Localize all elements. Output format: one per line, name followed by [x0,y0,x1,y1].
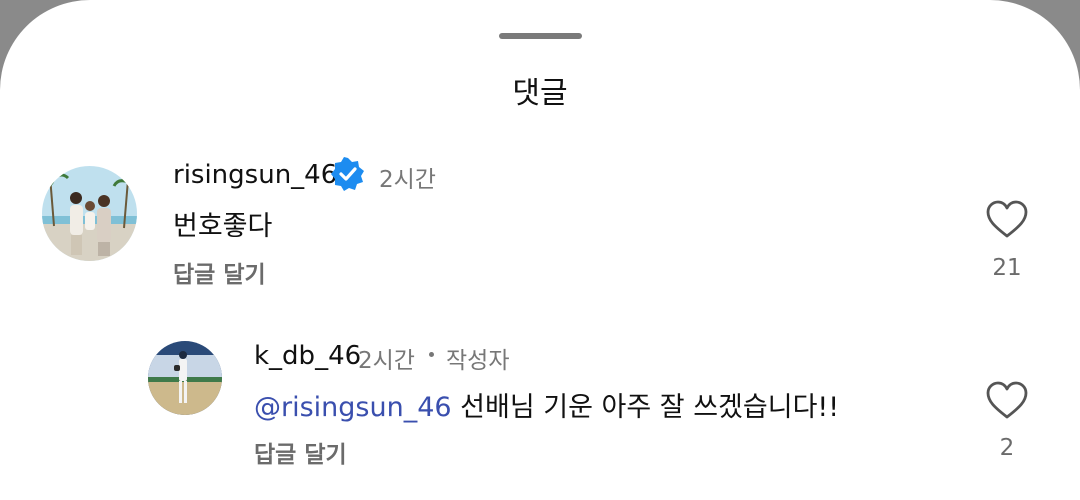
comment-text: 번호좋다 [173,211,273,242]
reply-username[interactable]: k_db_46 [254,341,361,371]
reply-button[interactable]: 답글 달기 [173,255,266,289]
like-count: 21 [992,255,1022,281]
comment-username[interactable]: risingsun_46 [173,160,337,190]
separator-dot [429,352,434,357]
verified-badge-icon [331,157,365,196]
avatar[interactable] [42,166,137,261]
drag-handle[interactable] [499,33,582,39]
like-heart-icon[interactable] [986,381,1028,426]
author-tag: 작성자 [446,348,510,374]
sheet-title: 댓글 [512,76,568,111]
comment-time: 2시간 [379,167,436,193]
reply-time: 2시간 [358,348,415,374]
mention-link[interactable]: @risingsun_46 [254,392,452,423]
reply-text: @risingsun_46 선배님 기운 아주 잘 쓰겠습니다!! [254,385,839,424]
comments-sheet: 댓글 risingsun_46 2시간 번호좋다 답글 달기 21 k_db_4… [0,0,1080,500]
like-count: 2 [999,435,1015,461]
avatar[interactable] [148,341,222,415]
reply-button[interactable]: 답글 달기 [254,435,347,469]
reply-text-body: 선배님 기운 아주 잘 쓰겠습니다!! [451,392,840,423]
like-heart-icon[interactable] [986,200,1028,245]
